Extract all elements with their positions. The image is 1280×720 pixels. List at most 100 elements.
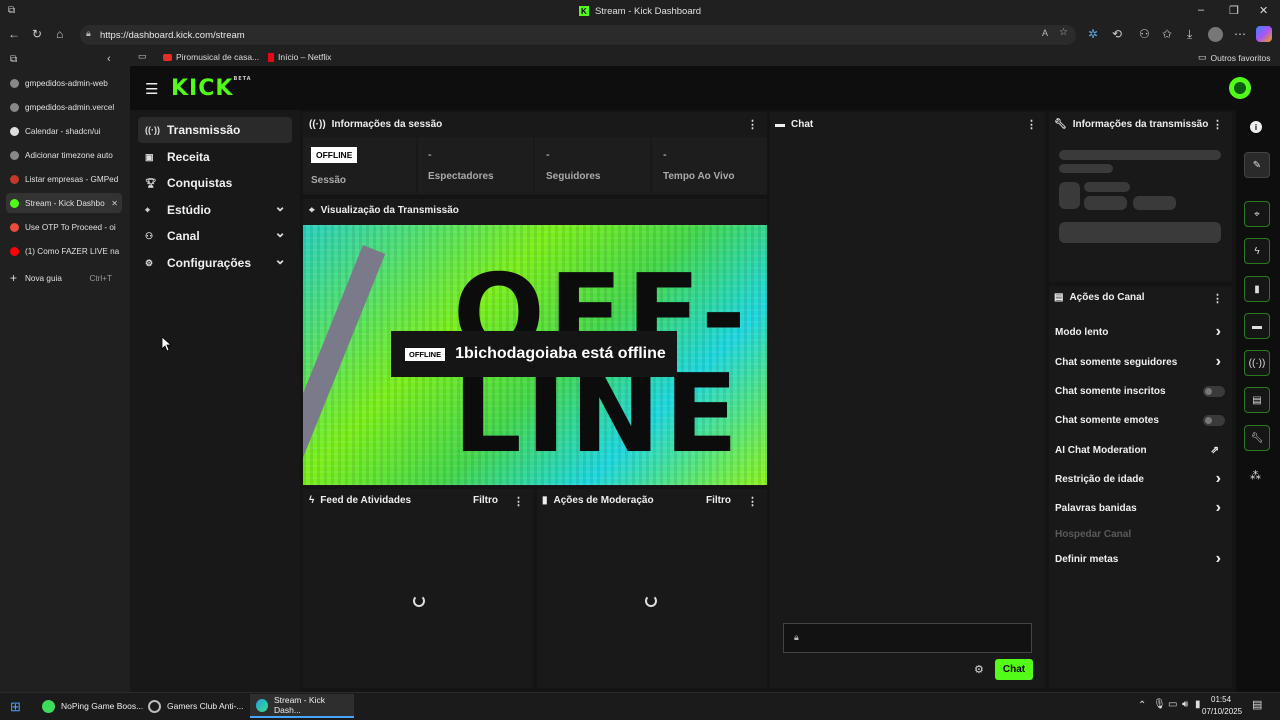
chat-panel: ▬ Chat ⋮ 🔒︎ ⚙ Chat xyxy=(770,112,1045,688)
moderation-menu-icon[interactable]: ⋮ xyxy=(747,495,758,508)
browser-tab[interactable]: Listar empresas - GMPed xyxy=(6,169,122,189)
read-aloud-icon[interactable]: A xyxy=(1042,28,1048,38)
edit-pencil-icon[interactable]: ✎ xyxy=(1244,152,1270,178)
extension-icon[interactable]: ✲ xyxy=(1088,27,1098,41)
taskbar-app-noping[interactable]: NoPing Game Boos... xyxy=(36,694,149,718)
reading-list-icon[interactable]: ▭ xyxy=(138,51,147,62)
copilot-icon[interactable] xyxy=(1256,26,1272,42)
favorite-link-netflix[interactable]: Início – Netflix xyxy=(268,52,331,62)
minimize-icon[interactable]: – xyxy=(1198,4,1204,16)
broadcast-rail-icon[interactable]: ((·)) xyxy=(1244,350,1270,376)
channel-action-item[interactable]: AI Chat Moderation ⇗ xyxy=(1055,443,1225,457)
toggle-switch[interactable] xyxy=(1203,414,1225,426)
sync-icon[interactable]: ⟲ xyxy=(1112,27,1122,41)
channel-action-item[interactable]: Restrição de idade › xyxy=(1055,471,1225,487)
back-icon[interactable]: ← xyxy=(8,27,20,41)
followers-stat: - Seguidores xyxy=(535,137,650,194)
channel-action-item[interactable]: Chat somente inscritos xyxy=(1055,384,1225,398)
tab-favicon-icon xyxy=(10,102,19,112)
new-tab-button[interactable]: + Nova guia Ctrl+T xyxy=(6,268,122,288)
browser-tab[interactable]: Stream - Kick Dashbo ✕ xyxy=(6,193,122,213)
window-title: K Stream - Kick Dashboard xyxy=(0,0,1280,22)
home-icon[interactable]: ⌂ xyxy=(56,27,63,41)
favorite-star-icon[interactable]: ☆ xyxy=(1059,27,1068,38)
noping-icon xyxy=(42,699,55,713)
microphone-icon[interactable]: 🎙︎ xyxy=(1153,699,1166,710)
user-avatar[interactable] xyxy=(1229,77,1251,99)
channel-action-item[interactable]: Definir metas › xyxy=(1055,551,1225,567)
chat-input[interactable]: 🔒︎ xyxy=(783,623,1032,653)
kick-logo[interactable]: KICKBETA xyxy=(171,76,252,101)
sidebar-item-4[interactable]: ⌖ Estúdio ⌄ xyxy=(138,197,292,223)
network-icon[interactable]: ▭ xyxy=(1168,699,1177,710)
hamburger-menu-icon[interactable]: ☰ xyxy=(145,80,158,98)
toggle-switch[interactable] xyxy=(1203,385,1225,397)
sidebar-item-5[interactable]: ⚇ Canal ⌄ xyxy=(138,223,292,249)
moderation-rail-icon[interactable]: ▮ xyxy=(1244,276,1270,302)
wrench-rail-icon[interactable]: 🔧︎ xyxy=(1244,425,1270,451)
browser-tab[interactable]: (1) Como FAZER LIVE na xyxy=(6,241,122,261)
chat-menu-icon[interactable]: ⋮ xyxy=(1026,118,1037,131)
volume-icon[interactable]: 🔊︎ xyxy=(1182,699,1188,710)
close-window-icon[interactable]: ✕ xyxy=(1259,4,1268,17)
layout-options-icon[interactable]: ⁂ xyxy=(1250,469,1261,482)
browser-tab[interactable]: gmpedidos-admin.vercel xyxy=(6,97,122,117)
more-menu-icon[interactable]: ⋯ xyxy=(1234,27,1246,41)
restore-icon[interactable]: ❐ xyxy=(1229,4,1239,17)
moderation-filter-button[interactable]: Filtro xyxy=(706,495,731,506)
wrench-icon: 🔧︎ xyxy=(1054,119,1067,130)
browser-tab[interactable]: Use OTP To Proceed - oi xyxy=(6,217,122,237)
send-chat-button[interactable]: Chat xyxy=(995,659,1033,680)
favorites-bar: ▭ Piromusical de casa... Início – Netfli… xyxy=(130,48,1280,66)
stream-info-menu-icon[interactable]: ⋮ xyxy=(1212,118,1223,131)
battery-icon[interactable]: ▮ xyxy=(1195,699,1201,710)
session-info-header: ((·)) Informações da sessão xyxy=(309,119,443,130)
sidebar-item-6[interactable]: ⚙ Configurações ⌄ xyxy=(138,250,292,276)
moderation-header: ▮ Ações de Moderação xyxy=(542,495,654,506)
plus-icon: + xyxy=(10,271,18,285)
collapse-tabs-icon[interactable]: ‹ xyxy=(107,53,111,65)
channel-action-item[interactable]: Modo lento › xyxy=(1055,324,1225,340)
close-tab-icon[interactable]: ✕ xyxy=(111,199,118,208)
windows-start-icon[interactable]: ⊞ xyxy=(10,699,21,715)
favorite-link-piromusical[interactable]: Piromusical de casa... xyxy=(163,52,259,62)
tab-actions-icon[interactable]: ⧉ xyxy=(10,54,17,65)
refresh-icon[interactable]: ↻ xyxy=(32,27,42,41)
show-hidden-icons-icon[interactable]: ⌃ xyxy=(1138,700,1146,711)
url-field[interactable]: 🔒︎ https://dashboard.kick.com/stream A ☆ xyxy=(80,25,1076,45)
tracking-icon[interactable]: ⚇ xyxy=(1139,27,1150,41)
chevron-down-icon[interactable]: ⌄ xyxy=(274,224,286,241)
channel-action-item[interactable]: Chat somente seguidores › xyxy=(1055,354,1225,370)
channel-action-item[interactable]: Chat somente emotes xyxy=(1055,413,1225,427)
notifications-icon[interactable]: ▤ xyxy=(1252,698,1262,711)
offline-message-box: OFFLINE 1bichodagoiaba está offline xyxy=(391,331,677,377)
taskbar-app-gamersclub[interactable]: Gamers Club Anti-... xyxy=(142,694,250,718)
favorites-icon[interactable]: ✩ xyxy=(1162,27,1172,41)
channel-actions-rail-icon[interactable]: ▤ xyxy=(1244,387,1270,413)
activity-menu-icon[interactable]: ⋮ xyxy=(513,495,524,508)
sidebar-item-3[interactable]: 🏆︎ Conquistas xyxy=(138,170,292,196)
info-icon[interactable]: i xyxy=(1250,121,1262,133)
chevron-down-icon[interactable]: ⌄ xyxy=(274,198,286,215)
activity-rail-icon[interactable]: ϟ xyxy=(1244,238,1270,264)
clock-date[interactable]: 07/10/2025 xyxy=(1202,707,1242,716)
profile-avatar[interactable] xyxy=(1208,27,1223,42)
channel-action-item[interactable]: Palavras banidas › xyxy=(1055,500,1225,516)
sidebar-item-2[interactable]: ▣ Receita xyxy=(138,144,292,170)
downloads-icon[interactable]: ⤓ xyxy=(1187,27,1192,42)
chat-rail-icon[interactable]: ▬ xyxy=(1244,313,1270,339)
sidebar-item-1[interactable]: ((·)) Transmissão xyxy=(138,117,292,143)
chevron-down-icon[interactable]: ⌄ xyxy=(274,251,286,268)
clock-time[interactable]: 01:54 xyxy=(1211,695,1231,704)
preview-rail-icon[interactable]: ⌖ xyxy=(1244,201,1270,227)
channel-icon: ⚇ xyxy=(145,230,154,241)
chat-settings-icon[interactable]: ⚙ xyxy=(974,663,984,676)
session-menu-icon[interactable]: ⋮ xyxy=(747,118,758,131)
browser-tab[interactable]: gmpedidos-admin-web xyxy=(6,73,122,93)
taskbar-app-edge[interactable]: Stream - Kick Dash... xyxy=(250,694,354,718)
channel-actions-menu-icon[interactable]: ⋮ xyxy=(1212,292,1223,305)
other-favorites[interactable]: ▭ Outros favoritos xyxy=(1198,52,1271,63)
activity-filter-button[interactable]: Filtro xyxy=(473,495,498,506)
browser-tab[interactable]: Adicionar timezone auto xyxy=(6,145,122,165)
browser-tab[interactable]: Calendar - shadcn/ui xyxy=(6,121,122,141)
